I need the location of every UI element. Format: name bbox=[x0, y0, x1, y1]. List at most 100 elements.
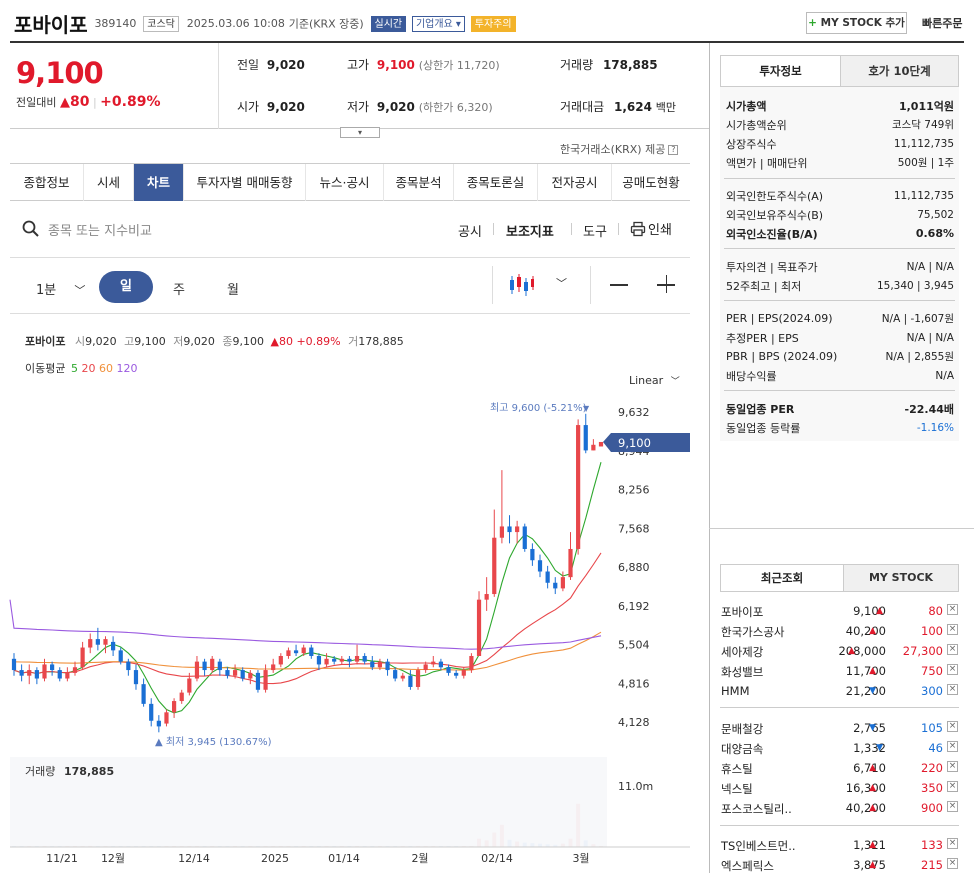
ohlc-high-label: 고 bbox=[124, 335, 135, 348]
chart-type-dropdown[interactable]: ﹀ bbox=[508, 272, 572, 298]
chevron-down-icon: ▾ bbox=[357, 128, 362, 137]
candle-body bbox=[476, 599, 482, 656]
quick-order-link[interactable]: 빠른주문 bbox=[922, 15, 962, 31]
info-separator bbox=[724, 248, 955, 249]
close-icon[interactable]: × bbox=[947, 801, 958, 812]
recent-stock-item[interactable]: 포스코스틸리.. 40,200 ▲ 900 × bbox=[721, 799, 959, 819]
recent-stock-item[interactable]: TS인베스트먼.. 1,321 ▲ 133 × bbox=[721, 836, 959, 856]
close-icon[interactable]: × bbox=[947, 741, 958, 752]
info-separator bbox=[724, 178, 955, 179]
compare-search[interactable]: 종목 또는 지수비교 bbox=[22, 218, 322, 240]
close-icon[interactable]: × bbox=[947, 838, 958, 849]
recent-stock-name: 세아제강 bbox=[721, 645, 764, 659]
company-overview-label: 기업개요 bbox=[415, 18, 453, 30]
scale-label: Linear bbox=[629, 374, 664, 387]
main-tabs: 종합정보 시세 차트 투자자별 매매동향 뉴스·공시 종목분석 종목토론실 전자… bbox=[10, 163, 690, 201]
period-day[interactable]: 일 bbox=[99, 271, 153, 303]
recent-stock-item[interactable]: 문배철강 2,765 ▼ 105 × bbox=[721, 719, 959, 739]
amount-label: 거래대금 bbox=[560, 100, 605, 114]
period-week[interactable]: 주 bbox=[173, 279, 185, 298]
period-1min[interactable]: 1분 ﹀ bbox=[36, 279, 85, 298]
tab-investor[interactable]: 투자자별 매매동향 bbox=[184, 164, 306, 201]
candle-body bbox=[446, 667, 451, 673]
recent-stock-name: HMM bbox=[721, 684, 750, 698]
my-stock-add-button[interactable]: + MY STOCK 추가 bbox=[806, 12, 907, 34]
up-triangle-icon: ▲ bbox=[876, 606, 883, 616]
tab-analysis[interactable]: 종목분석 bbox=[384, 164, 454, 201]
recent-stock-name: 화성밸브 bbox=[721, 665, 764, 679]
change-pct: +0.89% bbox=[100, 94, 161, 110]
scale-dropdown[interactable]: Linear ﹀ bbox=[629, 374, 680, 387]
candle-body bbox=[179, 692, 184, 702]
volume-axis-max: 11.0m bbox=[618, 780, 653, 793]
info-row-label: 동일업종 PER bbox=[726, 402, 795, 416]
info-row-value: N/A | 2,855원 bbox=[885, 351, 954, 363]
info-row-label: 외국인소진율(B/A) bbox=[726, 227, 818, 241]
candle-body bbox=[217, 661, 222, 671]
candle-body bbox=[583, 425, 588, 451]
tab-short-selling[interactable]: 공매도현황 bbox=[612, 164, 690, 201]
zoom-out-button[interactable] bbox=[607, 272, 631, 296]
tab-investment-info[interactable]: 투자정보 bbox=[721, 56, 840, 86]
recent-stock-item[interactable]: 엑스페릭스 3,875 ▲ 215 × bbox=[721, 856, 959, 873]
tab-chart[interactable]: 차트 bbox=[134, 164, 184, 201]
recent-stock-item[interactable]: 넥스틸 16,300 ▲ 350 × bbox=[721, 779, 959, 799]
tab-discussion[interactable]: 종목토론실 bbox=[454, 164, 538, 201]
volume-title: 거래량 bbox=[25, 765, 55, 778]
close-icon[interactable]: × bbox=[947, 761, 958, 772]
info-row-label: 상장주식수 bbox=[726, 137, 777, 151]
close-icon[interactable]: × bbox=[947, 721, 958, 732]
print-button[interactable]: 인쇄 bbox=[630, 219, 672, 238]
recent-stock-item[interactable]: 세아제강 208,000 ▲ 27,300 × bbox=[721, 642, 959, 662]
ohlc-pct: +0.89% bbox=[296, 335, 341, 348]
tab-quotes[interactable]: 시세 bbox=[84, 164, 134, 201]
recent-stock-item[interactable]: HMM 21,200 ▼ 300 × bbox=[721, 682, 959, 702]
volume-label: 거래량 bbox=[560, 58, 594, 72]
close-icon[interactable]: × bbox=[947, 781, 958, 792]
company-overview-button[interactable]: 기업개요 ▾ bbox=[411, 15, 465, 32]
x-tick-label: 12/14 bbox=[178, 852, 210, 865]
close-icon[interactable]: × bbox=[947, 624, 958, 635]
info-row-value: -1.16% bbox=[916, 421, 954, 434]
zoom-in-button[interactable] bbox=[654, 272, 678, 296]
help-icon[interactable]: ? bbox=[668, 145, 679, 155]
recent-stock-item[interactable]: 화성밸브 11,700 ▲ 750 × bbox=[721, 662, 959, 682]
recent-stock-item[interactable]: 포바이포 9,100 ▲ 80 × bbox=[721, 602, 959, 622]
period-month[interactable]: 월 bbox=[227, 279, 239, 298]
info-row-label: 투자의견 | 목표주가 bbox=[726, 260, 818, 274]
tab-news[interactable]: 뉴스·공시 bbox=[306, 164, 384, 201]
disclosure-button[interactable]: 공시 bbox=[458, 221, 482, 240]
price-chart[interactable]: 9,6328,9448,2567,5686,8806,1925,5044,816… bbox=[0, 395, 700, 873]
info-row: 추정PER | EPS N/A | N/A bbox=[726, 328, 954, 347]
right-panel-hline bbox=[709, 528, 974, 529]
info-row: 투자의견 | 목표주가 N/A | N/A bbox=[726, 257, 954, 276]
recent-stock-item[interactable]: 대양금속 1,332 ▼ 46 × bbox=[721, 739, 959, 759]
candle-body bbox=[271, 664, 276, 671]
low-label: 저가 bbox=[347, 100, 370, 114]
recent-tabs: 최근조회 MY STOCK bbox=[720, 564, 959, 592]
tab-disclosure[interactable]: 전자공시 bbox=[538, 164, 612, 201]
info-row-label: 액면가 | 매매단위 bbox=[726, 156, 808, 170]
up-triangle-icon: ▲ bbox=[869, 803, 876, 813]
candle-body bbox=[50, 664, 55, 671]
candle-body bbox=[149, 703, 154, 721]
indicator-button[interactable]: 보조지표 bbox=[506, 221, 554, 240]
candle-body bbox=[210, 658, 215, 671]
toolbar-line bbox=[10, 257, 690, 258]
expand-toggle-button[interactable]: ▾ bbox=[340, 127, 380, 138]
close-icon[interactable]: × bbox=[947, 858, 958, 869]
close-icon[interactable]: × bbox=[947, 664, 958, 675]
tab-orderbook[interactable]: 호가 10단계 bbox=[840, 56, 958, 86]
high-price: 고가 9,100 (상한가 11,720) bbox=[347, 56, 500, 73]
close-icon[interactable]: × bbox=[947, 684, 958, 695]
tools-button[interactable]: 도구 bbox=[583, 221, 607, 240]
x-tick-label: 02/14 bbox=[481, 852, 513, 865]
close-icon[interactable]: × bbox=[947, 604, 958, 615]
candle-body bbox=[141, 684, 146, 704]
tab-recent[interactable]: 최근조회 bbox=[721, 565, 843, 591]
recent-stock-item[interactable]: 휴스틸 6,710 ▲ 220 × bbox=[721, 759, 959, 779]
tab-my-stock[interactable]: MY STOCK bbox=[843, 565, 958, 591]
recent-stock-item[interactable]: 한국가스공사 40,200 ▲ 100 × bbox=[721, 622, 959, 642]
tab-overview[interactable]: 종합정보 bbox=[10, 164, 84, 201]
close-icon[interactable]: × bbox=[947, 644, 958, 655]
